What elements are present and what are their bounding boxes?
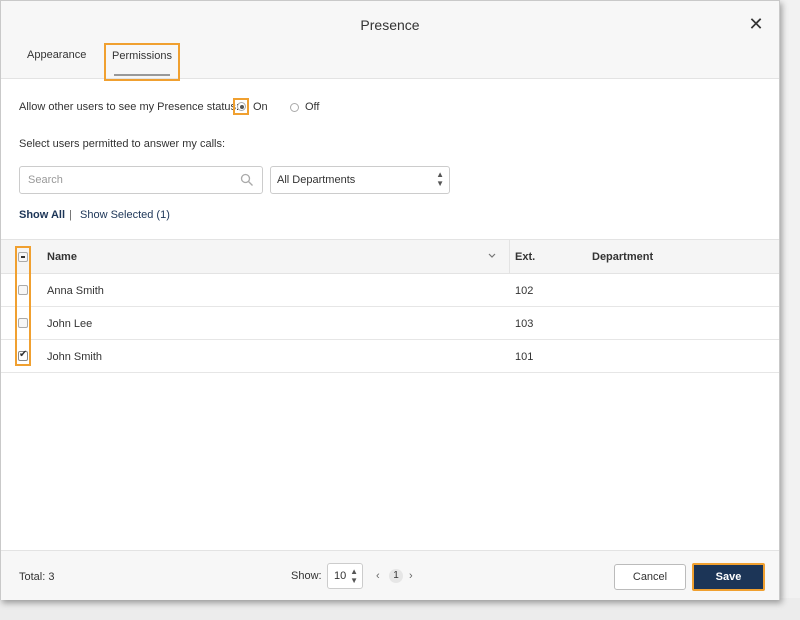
backdrop-strip	[0, 598, 800, 620]
row-ext: 102	[515, 285, 534, 297]
department-select[interactable]: All Departments ▲ ▼	[270, 166, 450, 194]
column-divider	[509, 240, 510, 275]
dialog-header: Presence ✕ Appearance Permissions	[1, 1, 779, 81]
row-name: John Lee	[47, 318, 93, 330]
show-label: Show:	[291, 570, 322, 582]
tab-permissions[interactable]: Permissions	[104, 43, 180, 81]
row-name: Anna Smith	[47, 285, 104, 297]
tab-permissions-label: Permissions	[112, 50, 172, 62]
cancel-button[interactable]: Cancel	[614, 564, 686, 590]
table-row[interactable]: John Lee 103	[1, 307, 779, 340]
total-count: Total: 3	[19, 571, 55, 583]
save-button[interactable]: Save	[692, 563, 765, 591]
answer-calls-label: Select users permitted to answer my call…	[19, 138, 226, 150]
presence-on-label: On	[253, 101, 268, 113]
column-header-ext: Ext.	[515, 251, 536, 263]
page-size-select[interactable]: 10 ▲ ▼	[327, 563, 363, 589]
search-field	[19, 166, 263, 194]
row-ext: 101	[515, 351, 534, 363]
links-separator: |	[69, 209, 72, 221]
search-icon[interactable]	[240, 173, 254, 187]
presence-off-radio[interactable]	[290, 103, 299, 112]
table-row[interactable]: John Smith 101	[1, 340, 779, 373]
tab-appearance[interactable]: Appearance	[27, 43, 86, 79]
show-all-link[interactable]: Show All	[19, 209, 65, 221]
column-header-department: Department	[592, 251, 654, 263]
search-input[interactable]	[20, 167, 240, 193]
select-arrows-icon: ▲ ▼	[436, 170, 444, 188]
presence-dialog: Presence ✕ Appearance Permissions Allow …	[0, 0, 780, 600]
presence-label: Allow other users to see my Presence sta…	[19, 101, 240, 113]
table-row[interactable]: Anna Smith 102	[1, 274, 779, 307]
presence-on-radio[interactable]	[237, 102, 246, 111]
page-size-value: 10	[334, 570, 347, 582]
page-number[interactable]: 1	[389, 569, 403, 583]
show-selected-link[interactable]: Show Selected (1)	[80, 209, 170, 221]
prev-page-icon[interactable]: ‹	[376, 570, 380, 582]
next-page-icon[interactable]: ›	[409, 570, 413, 582]
chevron-down-icon[interactable]	[486, 249, 498, 263]
row-ext: 103	[515, 318, 534, 330]
column-header-name[interactable]: Name	[47, 251, 77, 263]
close-icon[interactable]: ✕	[747, 15, 765, 33]
select-arrows-icon: ▲ ▼	[350, 567, 358, 585]
dialog-title: Presence	[360, 17, 420, 33]
table-header: Name Ext. Department	[1, 239, 779, 275]
dialog-footer: Total: 3 Show: 10 ▲ ▼ ‹ 1 › Cancel Save	[1, 550, 779, 600]
presence-off-label: Off	[305, 101, 320, 113]
department-select-value: All Departments	[277, 174, 356, 186]
active-tab-underline	[114, 74, 170, 76]
row-name: John Smith	[47, 351, 103, 363]
checkbox-column-highlight	[15, 246, 31, 366]
